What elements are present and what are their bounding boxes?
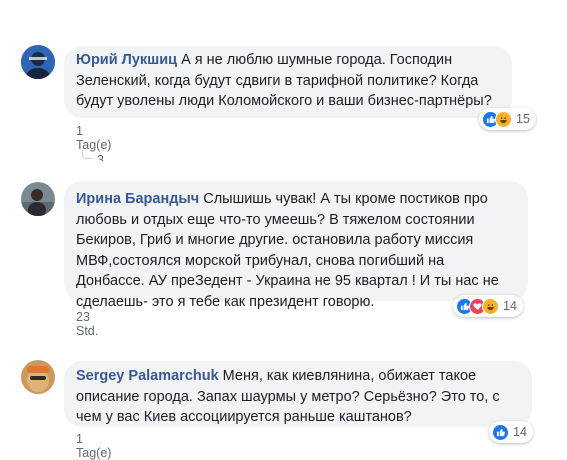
avatar-image bbox=[21, 360, 55, 394]
comment-timestamp[interactable]: 1 Tag(e) bbox=[76, 124, 111, 152]
reaction-count: 15 bbox=[516, 112, 530, 126]
view-replies-link[interactable]: 3 Antworten bbox=[97, 153, 153, 161]
avatar[interactable] bbox=[21, 182, 55, 216]
avatar-image bbox=[21, 45, 55, 79]
reaction-summary[interactable]: 14 bbox=[453, 295, 523, 317]
avatar-image bbox=[21, 182, 55, 216]
reaction-count: 14 bbox=[503, 299, 517, 313]
comment-author[interactable]: Sergey Palamarchuk bbox=[76, 368, 219, 384]
comment-author[interactable]: Юрий Лукшиц bbox=[76, 52, 177, 68]
reaction-summary[interactable]: 15 bbox=[479, 108, 536, 130]
replies-connector bbox=[82, 150, 93, 159]
like-icon bbox=[492, 423, 509, 441]
avatar[interactable] bbox=[21, 45, 55, 79]
haha-icon bbox=[495, 110, 512, 128]
comment-bubble: Ирина Барандыч Слышишь чувак! А ты кроме … bbox=[64, 181, 528, 310]
avatar[interactable] bbox=[21, 360, 55, 394]
comment-bubble: Sergey Palamarchuk Меня, как киевлянина, … bbox=[64, 361, 532, 427]
haha-icon bbox=[482, 297, 499, 315]
comment-timestamp[interactable]: 1 Tag(e) bbox=[76, 432, 111, 460]
reaction-summary[interactable]: 14 bbox=[489, 421, 533, 443]
comment-author[interactable]: Ирина Барандыч bbox=[76, 191, 199, 207]
comment-timestamp[interactable]: 23 Std. bbox=[76, 310, 98, 338]
reaction-count: 14 bbox=[513, 425, 527, 439]
comment-text: Слышишь чувак! А ты кроме постиков про л… bbox=[76, 191, 499, 310]
comment-bubble: Юрий Лукшиц А я не люблю шумные города. Г… bbox=[64, 46, 512, 118]
